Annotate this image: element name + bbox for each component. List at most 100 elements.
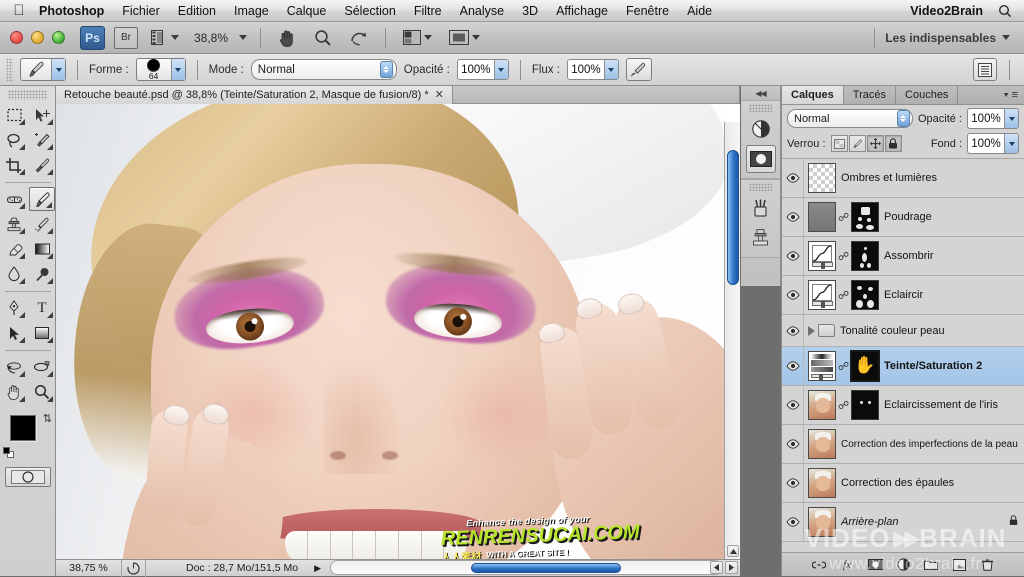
mask-link-icon[interactable]: ☍	[838, 399, 849, 412]
lock-transparent-pixels-button[interactable]	[830, 135, 848, 152]
vertical-scrollbar-thumb[interactable]	[727, 150, 739, 285]
pen-tool[interactable]	[1, 296, 27, 320]
opacity-input[interactable]: 100%	[456, 59, 509, 80]
dock-grip-1[interactable]	[749, 104, 772, 112]
eyedropper-tool[interactable]	[29, 153, 55, 177]
new-adjustment-layer-button[interactable]	[896, 557, 911, 572]
layer-visibility-toggle[interactable]	[782, 502, 804, 542]
magnifier-icon[interactable]	[310, 27, 336, 49]
table-row[interactable]: ☍ ✋ Teinte/Saturation 2	[782, 346, 1024, 386]
layer-mask-thumbnail[interactable]	[851, 390, 879, 420]
dodge-tool[interactable]	[29, 262, 55, 286]
menu-item-edition[interactable]: Edition	[169, 0, 225, 22]
layer-name[interactable]: Poudrage	[884, 211, 932, 223]
layer-blend-mode-stepper[interactable]	[896, 110, 910, 127]
menu-item-fichier[interactable]: Fichier	[113, 0, 169, 22]
panel-menu-icon[interactable]: ▼ ≡	[997, 86, 1024, 104]
eraser-tool[interactable]	[1, 237, 27, 261]
launch-bridge-button[interactable]: Br	[114, 26, 138, 49]
menu-item-selection[interactable]: Sélection	[335, 0, 404, 22]
3d-orbit-tool[interactable]	[29, 355, 55, 379]
layer-name[interactable]: Eclaircir	[884, 289, 923, 301]
layer-visibility-toggle[interactable]	[782, 275, 804, 315]
menu-user-video2brain[interactable]: Video2Brain	[901, 0, 992, 22]
menu-item-fenetre[interactable]: Fenêtre	[617, 0, 678, 22]
layer-blend-mode-select[interactable]: Normal	[787, 109, 913, 128]
blend-mode-stepper[interactable]	[379, 61, 393, 78]
layer-mask-thumbnail[interactable]	[851, 202, 879, 232]
new-layer-button[interactable]	[952, 557, 967, 572]
toggle-panels-icon[interactable]	[973, 58, 997, 81]
airbrush-icon[interactable]	[625, 58, 652, 81]
opacity-dropdown[interactable]	[493, 60, 508, 79]
lock-position-button[interactable]	[866, 135, 884, 152]
workspace-switcher[interactable]: Les indispensables	[870, 27, 1014, 48]
table-row[interactable]: ☍ Poudrage	[782, 197, 1024, 237]
scroll-left-button[interactable]	[710, 561, 723, 574]
mask-link-icon[interactable]: ☍	[838, 211, 849, 224]
layer-visibility-toggle[interactable]	[782, 424, 804, 464]
layer-name[interactable]: Correction des imperfections de la peau	[841, 439, 1018, 450]
brush-tool[interactable]	[29, 187, 55, 211]
lasso-tool[interactable]	[1, 128, 27, 152]
menu-item-calque[interactable]: Calque	[278, 0, 336, 22]
layer-visibility-toggle[interactable]	[782, 463, 804, 503]
canvas-area[interactable]: Enhance the design of your RENRENSUCAI.C…	[56, 104, 740, 559]
path-selection-tool[interactable]	[1, 321, 27, 345]
shape-tool[interactable]	[29, 321, 55, 345]
layer-mask-thumbnail[interactable]	[851, 241, 879, 271]
layer-thumbnail[interactable]	[808, 390, 836, 420]
layer-visibility-toggle[interactable]	[782, 346, 804, 386]
layer-style-button[interactable]: fx	[840, 557, 855, 572]
layer-name[interactable]: Tonalité couleur peau	[840, 325, 945, 337]
tool-preset-dropdown[interactable]	[51, 59, 65, 80]
layer-name[interactable]: Eclaircissement de l'iris	[884, 399, 998, 411]
layer-opacity-input[interactable]: 100%	[967, 108, 1019, 129]
layer-thumbnail[interactable]	[808, 507, 836, 537]
new-group-button[interactable]	[924, 557, 939, 572]
tab-couches[interactable]: Couches	[896, 86, 959, 104]
layer-name[interactable]: Arrière-plan	[841, 516, 898, 528]
foreground-color-swatch[interactable]	[10, 415, 36, 441]
layer-fill-input[interactable]: 100%	[967, 133, 1019, 154]
document-tab[interactable]: Retouche beauté.psd @ 38,8% (Teinte/Satu…	[56, 86, 453, 104]
table-row[interactable]: Correction des épaules	[782, 463, 1024, 503]
layer-list[interactable]: Ombres et lumières ☍ Poudrage ☍ Assombri…	[782, 159, 1024, 552]
toolbar-zoom-value[interactable]: 38,8%	[192, 31, 230, 45]
link-layers-button[interactable]	[812, 557, 827, 572]
brush-preset-dropdown[interactable]	[170, 59, 185, 80]
options-bar-grip[interactable]	[6, 57, 13, 82]
clone-stamp-tool[interactable]	[1, 212, 27, 236]
layer-visibility-toggle[interactable]	[782, 159, 804, 198]
screen-mode-icon[interactable]	[445, 27, 484, 49]
layer-visibility-toggle[interactable]	[782, 385, 804, 425]
document-image[interactable]: Enhance the design of your RENRENSUCAI.C…	[56, 104, 724, 559]
hand-icon[interactable]	[274, 27, 301, 49]
expand-panels-icon[interactable]: ◀◀	[741, 86, 780, 100]
move-tool[interactable]	[29, 103, 55, 127]
zoom-chevron-down-icon[interactable]	[239, 35, 248, 40]
lock-all-button[interactable]	[884, 135, 902, 152]
clone-source-panel-icon[interactable]	[746, 224, 776, 252]
delete-layer-button[interactable]	[980, 557, 995, 572]
swap-colors-icon[interactable]: ⇅	[43, 412, 52, 425]
tab-calques[interactable]: Calques	[782, 86, 844, 104]
menu-item-photoshop[interactable]: Photoshop	[30, 0, 113, 22]
table-row[interactable]: Tonalité couleur peau	[782, 314, 1024, 347]
horizontal-scrollbar[interactable]	[330, 560, 722, 575]
lock-image-pixels-button[interactable]	[848, 135, 866, 152]
layer-mask-thumbnail[interactable]	[851, 280, 879, 310]
toolbox-grip[interactable]	[8, 90, 47, 100]
blend-mode-select[interactable]: Normal	[250, 59, 397, 80]
scroll-up-button[interactable]	[727, 545, 739, 557]
menu-item-analyse[interactable]: Analyse	[451, 0, 513, 22]
history-brush-tool[interactable]	[29, 212, 55, 236]
quick-mask-icon[interactable]	[4, 467, 51, 487]
search-icon[interactable]	[994, 0, 1016, 22]
close-window-button[interactable]	[10, 31, 23, 44]
table-row[interactable]: ☍ Assombrir	[782, 236, 1024, 276]
view-extras-button[interactable]	[147, 27, 183, 49]
table-row[interactable]: Arrière-plan	[782, 502, 1024, 542]
vertical-scrollbar[interactable]	[724, 122, 740, 559]
brushes-panel-icon[interactable]	[746, 194, 776, 222]
